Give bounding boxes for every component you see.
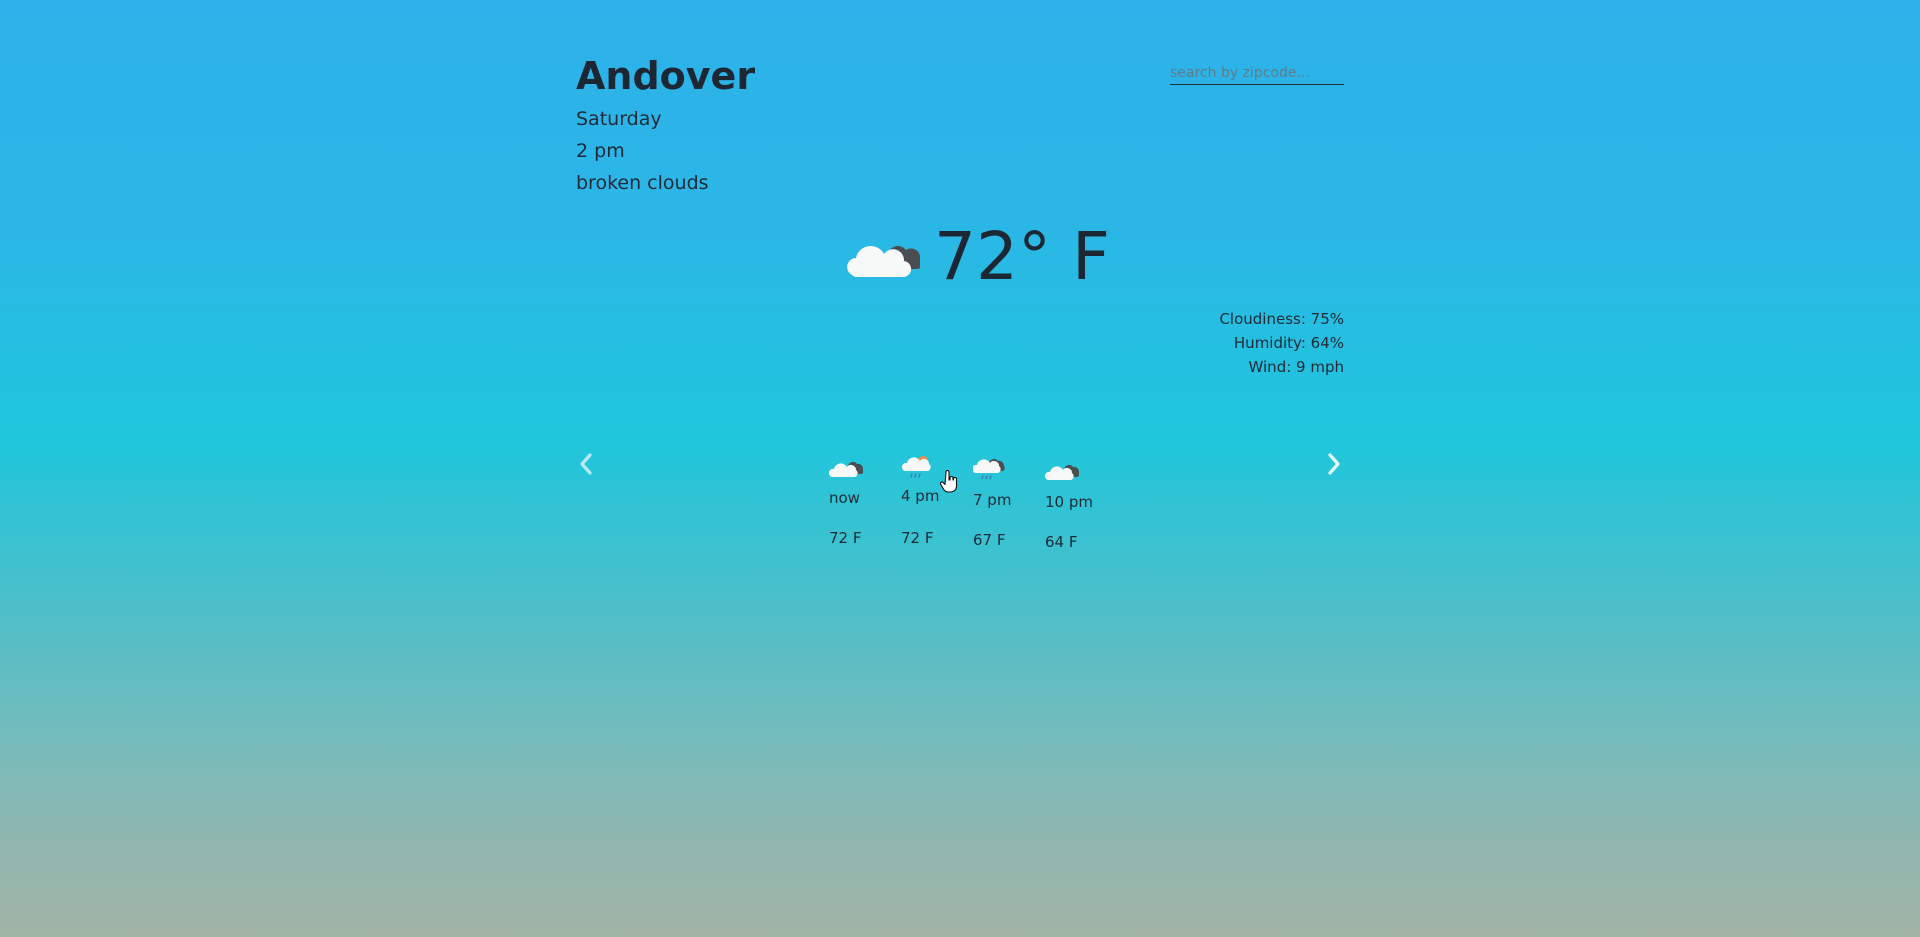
- forecast-temperature: 67 F: [973, 531, 1006, 549]
- forecast-item[interactable]: 10 pm 64 F: [1045, 452, 1107, 562]
- broken-clouds-icon: [1045, 465, 1079, 480]
- hand-cursor-icon: [940, 470, 958, 493]
- forecast-time: now: [829, 489, 860, 507]
- current-weather: 72° F: [846, 222, 1110, 292]
- cloudiness-value: Cloudiness: 75%: [1219, 310, 1344, 328]
- broken-clouds-icon: [847, 245, 920, 278]
- humidity-value: Humidity: 64%: [1233, 334, 1344, 352]
- city-name: Andover: [576, 54, 756, 98]
- forecast-item[interactable]: 7 pm 67 F: [973, 452, 1035, 562]
- prev-forecast-button[interactable]: [576, 452, 596, 476]
- time-label: 2 pm: [576, 140, 625, 162]
- sun-rain-icon: [901, 456, 931, 478]
- weather-details: Cloudiness: 75% Humidity: 64% Wind: 9 mp…: [1219, 307, 1344, 379]
- forecast-temperature: 64 F: [1045, 533, 1078, 551]
- forecast-item[interactable]: 4 pm 72 F: [901, 452, 963, 562]
- weather-app: Andover Saturday 2 pm broken clouds 72° …: [576, 0, 1344, 937]
- forecast-time: 10 pm: [1045, 493, 1093, 511]
- next-forecast-button[interactable]: [1324, 452, 1344, 476]
- forecast-time: 4 pm: [901, 487, 940, 505]
- zipcode-search-input[interactable]: [1170, 62, 1344, 85]
- chevron-right-icon: [1328, 453, 1340, 475]
- chevron-left-icon: [580, 453, 592, 475]
- forecast-temperature: 72 F: [901, 529, 934, 547]
- forecast-time: 7 pm: [973, 491, 1012, 509]
- forecast-temperature: 72 F: [829, 529, 862, 547]
- day-label: Saturday: [576, 108, 662, 130]
- hourly-forecast: now 72 F 4 pm 72 F 7 pm 67 F 10 pm 64 F: [829, 452, 1109, 562]
- rain-cloud-icon: [973, 459, 1005, 479]
- broken-clouds-icon: [829, 462, 863, 477]
- current-temperature: 72° F: [934, 218, 1110, 295]
- weather-description: broken clouds: [576, 172, 709, 194]
- forecast-item[interactable]: now 72 F: [829, 452, 891, 562]
- wind-value: Wind: 9 mph: [1248, 358, 1344, 376]
